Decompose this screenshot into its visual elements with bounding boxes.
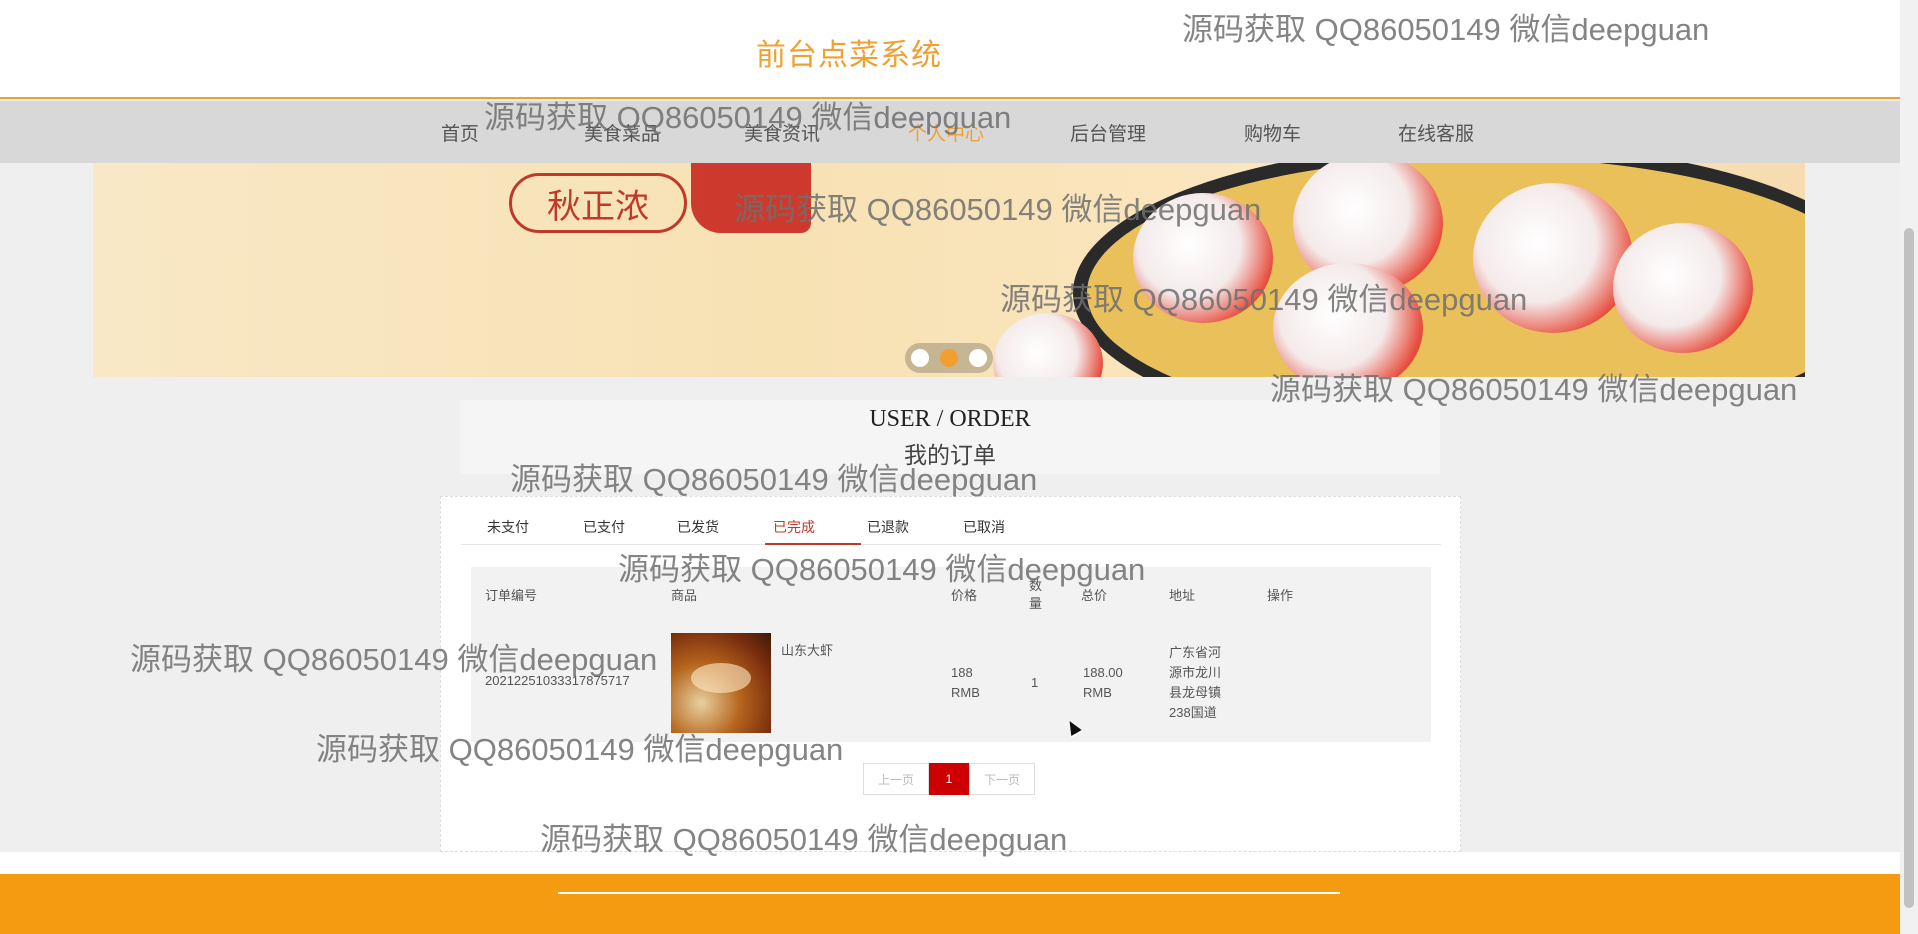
footer-divider	[558, 892, 1340, 894]
price-cell: 188 RMB	[951, 665, 980, 700]
column-header-price: 价格	[951, 588, 978, 603]
footer-gap	[0, 852, 1900, 874]
product-name-cell[interactable]: 山东大虾	[781, 641, 833, 661]
site-title: 前台点菜系统	[756, 39, 942, 72]
address-cell: 广东省河源市龙川县龙母镇238国道	[1169, 645, 1222, 720]
section-heading: USER / ORDER 我的订单	[460, 400, 1440, 474]
column-header-product: 商品	[671, 588, 698, 603]
product-image[interactable]	[671, 633, 771, 733]
banner-stamp: 秋正浓	[509, 173, 687, 233]
quantity-cell: 1	[1031, 675, 1039, 690]
nav-item-dishes[interactable]: 美食菜品	[584, 119, 660, 146]
scrollbar-thumb[interactable]	[1904, 228, 1914, 908]
tab-paid[interactable]: 已支付	[583, 517, 625, 537]
nav-item-admin[interactable]: 后台管理	[1070, 119, 1146, 146]
order-status-tabs: 未支付 已支付 已发货 已完成 已退款 已取消	[461, 507, 1441, 545]
prev-page-button[interactable]: 上一页	[863, 763, 929, 795]
nav-item-news[interactable]: 美食资讯	[744, 119, 820, 146]
next-page-button[interactable]: 下一页	[969, 763, 1035, 795]
page-scrollbar[interactable]	[1900, 0, 1918, 934]
tab-cancelled[interactable]: 已取消	[963, 517, 1005, 537]
footer	[0, 874, 1900, 934]
banner-fruit-image	[1473, 183, 1633, 333]
column-header-quantity: 数量	[1029, 578, 1043, 611]
section-title-cn: 我的订单	[904, 443, 996, 468]
carousel-indicator	[905, 343, 993, 373]
column-header-address: 地址	[1169, 588, 1196, 603]
banner-stamp-text: 秋正浓	[547, 186, 649, 227]
column-header-action: 操作	[1267, 588, 1294, 603]
banner-fruit-image	[1613, 223, 1753, 353]
nav-item-profile[interactable]: 个人中心	[908, 119, 984, 146]
banner-carousel[interactable]: 秋正浓	[93, 163, 1805, 377]
tab-refunded[interactable]: 已退款	[867, 517, 909, 537]
page-1-button[interactable]: 1	[929, 763, 969, 795]
banner-calligraphy	[691, 163, 811, 233]
column-header-order-no: 订单编号	[485, 588, 538, 603]
section-title-en: USER / ORDER	[869, 406, 1031, 432]
order-panel: 未支付 已支付 已发货 已完成 已退款 已取消 订单编号 商品 价格 数量 总价…	[440, 496, 1461, 852]
total-cell: 188.00 RMB	[1083, 665, 1123, 700]
column-header-total: 总价	[1081, 588, 1108, 603]
order-no-cell: 20212251033317875717	[485, 673, 630, 688]
tab-unpaid[interactable]: 未支付	[487, 517, 529, 537]
carousel-dot-1[interactable]	[911, 349, 929, 367]
banner-fruit-image	[1133, 193, 1273, 323]
carousel-dot-2[interactable]	[940, 349, 958, 367]
header-bar: 前台点菜系统	[0, 0, 1900, 99]
nav-item-home[interactable]: 首页	[441, 119, 479, 146]
tab-shipped[interactable]: 已发货	[677, 517, 719, 537]
active-tab-indicator	[765, 543, 861, 545]
main-nav: 首页 美食菜品 美食资讯 个人中心 后台管理 购物车 在线客服	[0, 101, 1900, 163]
nav-item-cart[interactable]: 购物车	[1244, 119, 1301, 146]
carousel-dot-3[interactable]	[969, 349, 987, 367]
nav-item-service[interactable]: 在线客服	[1398, 119, 1474, 146]
order-table: 订单编号 商品 价格 数量 总价 地址 操作 20212251033317875…	[471, 567, 1431, 742]
tab-completed[interactable]: 已完成	[773, 517, 815, 537]
